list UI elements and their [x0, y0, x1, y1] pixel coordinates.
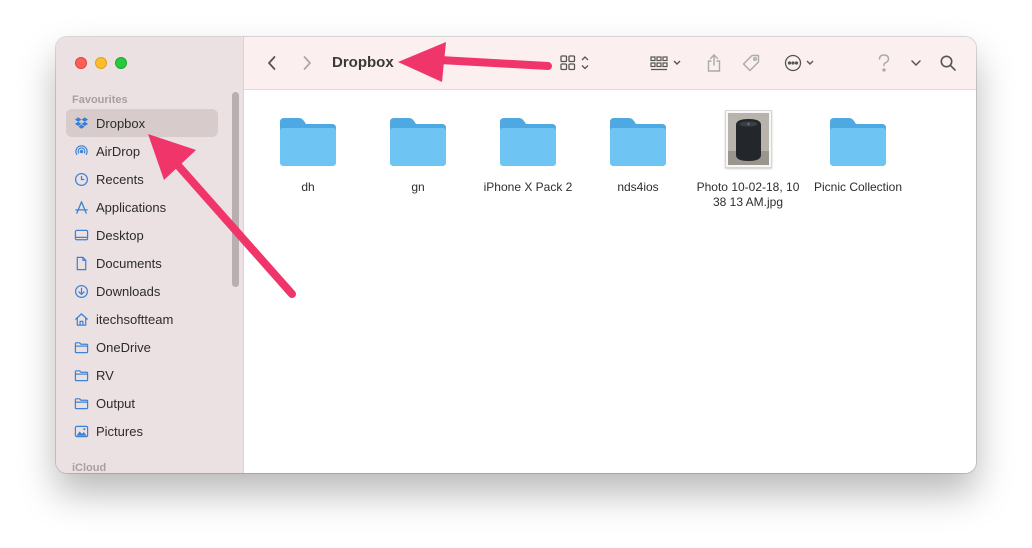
more-actions-button[interactable] [782, 51, 822, 75]
folder-icon [610, 118, 666, 166]
sidebar-item-airdrop[interactable]: AirDrop [66, 137, 218, 165]
share-button[interactable] [702, 51, 726, 75]
applications-icon [73, 199, 89, 215]
sidebar-item-desktop[interactable]: Desktop [66, 221, 218, 249]
sidebar-item-pictures[interactable]: Pictures [66, 417, 218, 445]
help-icon [878, 54, 890, 72]
window-controls [75, 57, 127, 69]
document-icon [73, 255, 89, 271]
sidebar-item-label: Dropbox [96, 115, 146, 131]
search-icon [940, 55, 956, 71]
file-item-photo[interactable]: Photo 10-02-18, 10 38 13 AM.jpg [694, 106, 802, 210]
tag-button[interactable] [739, 51, 763, 75]
sidebar-item-downloads[interactable]: Downloads [66, 277, 218, 305]
toolbar-overflow-button[interactable] [904, 51, 928, 75]
finder-window: Favourites Dropbox AirDrop Recents Appli… [56, 37, 976, 473]
file-browser: dh gn iPhone X Pack 2 nds4ios Photo 10-0… [244, 90, 976, 473]
sidebar-item-applications[interactable]: Applications [66, 193, 218, 221]
window-title: Dropbox [332, 54, 394, 71]
pictures-icon [73, 423, 89, 439]
folder-icon [500, 118, 556, 166]
toolbar: Dropbox [244, 37, 976, 90]
file-item-dh[interactable]: dh [254, 106, 362, 195]
dropbox-icon [73, 115, 89, 131]
image-thumbnail [724, 110, 772, 168]
close-button[interactable] [75, 57, 87, 69]
sidebar-item-itechsoftteam[interactable]: itechsoftteam [66, 305, 218, 333]
sidebar-item-dropbox[interactable]: Dropbox [66, 109, 218, 137]
sidebar-item-output[interactable]: Output [66, 389, 218, 417]
download-icon [73, 283, 89, 299]
file-item-gn[interactable]: gn [364, 106, 472, 195]
sidebar-nav: Dropbox AirDrop Recents Applications Des… [66, 109, 218, 445]
sidebar-scrollbar[interactable] [232, 92, 239, 287]
file-item-name: Picnic Collection [813, 180, 903, 194]
sidebar-item-label: Pictures [96, 423, 143, 439]
view-mode-button[interactable] [558, 51, 598, 75]
file-item-iphone-x-pack-2[interactable]: iPhone X Pack 2 [474, 106, 582, 195]
sidebar-item-label: Desktop [96, 227, 144, 243]
folder-icon [280, 118, 336, 166]
search-button[interactable] [936, 51, 960, 75]
file-item-name: nds4ios [617, 180, 659, 194]
more-icon [784, 54, 814, 72]
sidebar-item-label: Recents [96, 171, 144, 187]
folder-icon [73, 395, 89, 411]
sidebar-item-label: Documents [96, 255, 162, 271]
chevron-down-icon [911, 60, 921, 67]
icon-view-icon [560, 55, 589, 71]
sidebar-item-documents[interactable]: Documents [66, 249, 218, 277]
sidebar-item-label: OneDrive [96, 339, 151, 355]
folder-icon [73, 339, 89, 355]
sidebar-item-label: itechsoftteam [96, 311, 174, 327]
folder-icon [73, 367, 89, 383]
forward-icon [303, 56, 311, 70]
airdrop-icon [73, 143, 89, 159]
clock-icon [73, 171, 89, 187]
desktop-icon [73, 227, 89, 243]
file-item-name: Photo 10-02-18, 10 38 13 AM.jpg [696, 180, 800, 209]
homepod-image [727, 113, 769, 165]
file-item-name: dh [301, 180, 315, 194]
group-button[interactable] [648, 51, 688, 75]
tag-icon [742, 54, 760, 72]
file-item-nds4ios[interactable]: nds4ios [584, 106, 692, 195]
icloud-section-label: iCloud [72, 462, 107, 473]
sidebar-item-label: RV [96, 367, 114, 383]
file-item-picnic-collection[interactable]: Picnic Collection [804, 106, 912, 195]
group-icon [650, 56, 681, 71]
minimize-button[interactable] [95, 57, 107, 69]
sidebar-item-label: AirDrop [96, 143, 141, 159]
sidebar: Favourites Dropbox AirDrop Recents Appli… [56, 37, 244, 473]
sidebar-item-recents[interactable]: Recents [66, 165, 218, 193]
back-icon [268, 56, 276, 70]
help-button[interactable] [872, 51, 896, 75]
folder-icon [390, 118, 446, 166]
forward-button[interactable] [295, 51, 319, 75]
share-icon [707, 54, 721, 72]
zoom-button[interactable] [115, 57, 127, 69]
folder-icon [830, 118, 886, 166]
sidebar-item-label: Downloads [96, 283, 161, 299]
back-button[interactable] [260, 51, 284, 75]
sidebar-item-rv[interactable]: RV [66, 361, 218, 389]
favourites-section-label: Favourites [72, 94, 128, 106]
file-item-name: gn [411, 180, 425, 194]
sidebar-item-label: Applications [96, 199, 167, 215]
file-item-name: iPhone X Pack 2 [483, 180, 573, 194]
sidebar-item-onedrive[interactable]: OneDrive [66, 333, 218, 361]
home-icon [73, 311, 89, 327]
sidebar-item-label: Output [96, 395, 136, 411]
